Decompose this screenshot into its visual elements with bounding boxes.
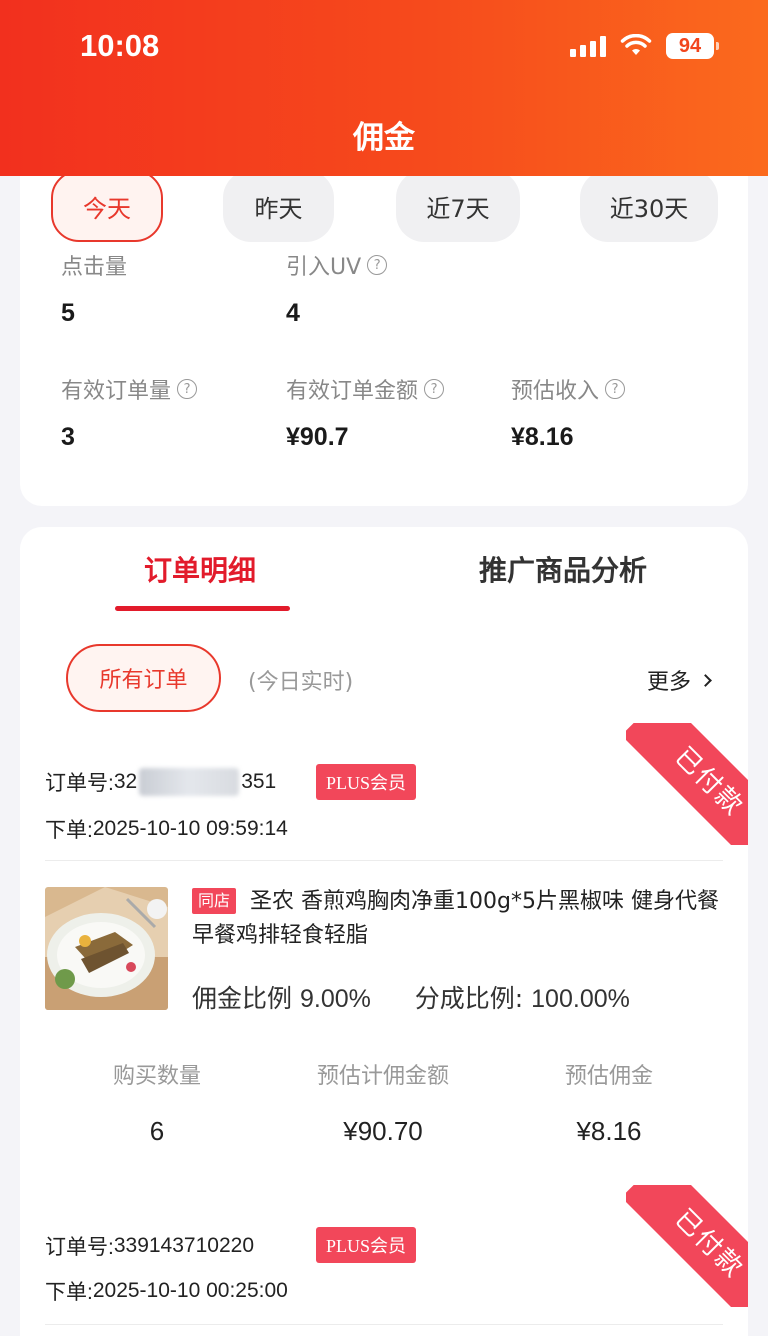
wifi-icon [620, 34, 652, 55]
metric-quantity: 购买数量 6 [112, 1064, 201, 1146]
divider [45, 860, 723, 861]
masked-digits [139, 768, 240, 796]
filter-all-orders[interactable]: 所有订单 [66, 644, 221, 712]
app-header: 10:08 94 佣金 [0, 0, 768, 176]
status-label: 已付款 [626, 1185, 748, 1307]
stat-value: ¥90.7 [286, 423, 349, 451]
plus-member-badge: PLUS会员 [316, 1227, 417, 1263]
stat-est-income: 预估收入? ¥8.16 [511, 373, 626, 452]
realtime-label: (今日实时) [248, 670, 354, 695]
stats-card: 今天 昨天 近7天 近30天 点击量 5 引入UV? 4 有效订单量? 3 有效… [20, 130, 748, 506]
status-icons: 94 [570, 32, 719, 60]
help-icon[interactable]: ? [367, 255, 388, 275]
more-label: 更多 [646, 670, 691, 695]
stat-valid-orders: 有效订单量? 3 [61, 373, 198, 452]
stat-value: 3 [61, 423, 75, 451]
date-filter-yesterday[interactable]: 昨天 [223, 170, 334, 242]
stat-valid-amount: 有效订单金额? ¥90.7 [286, 373, 445, 452]
status-ribbon: 已付款 [626, 1185, 748, 1307]
stat-label: 点击量 [61, 255, 128, 280]
same-shop-tag: 同店 [192, 888, 237, 914]
order-time: 下单: 2025-10-10 00:25:00 [45, 1279, 288, 1304]
stat-value: 4 [286, 299, 300, 327]
cellular-signal-icon [570, 35, 606, 57]
order-number: 订单号: 339143710220 [45, 1234, 254, 1259]
stat-value: 5 [61, 299, 75, 327]
chevron-right-icon [699, 673, 712, 687]
status-time: 10:08 [80, 28, 160, 63]
order-time: 下单: 2025-10-10 09:59:14 [45, 817, 288, 842]
stat-label: 引入UV [286, 255, 362, 280]
page-title: 佣金 [353, 120, 415, 156]
status-ribbon: 已付款 [626, 723, 748, 845]
date-filter-7days[interactable]: 近7天 [396, 170, 520, 242]
metric-commission-base: 预估计佣金额 ¥90.70 [316, 1064, 449, 1146]
orders-card: 订单明细 推广商品分析 所有订单 (今日实时) 更多 已付款 订单号: 32 3… [20, 527, 748, 1336]
metric-est-commission: 预估佣金 ¥8.16 [564, 1064, 653, 1146]
date-filter-30days[interactable]: 近30天 [580, 170, 718, 242]
commission-rates: 佣金比例 9.00% 分成比例: 100.00% [192, 984, 630, 1013]
tab-product-analysis[interactable]: 推广商品分析 [479, 549, 647, 589]
date-filter-today[interactable]: 今天 [51, 170, 163, 242]
stat-uv: 引入UV? 4 [286, 249, 388, 328]
more-button[interactable]: 更多 [646, 664, 712, 696]
help-icon[interactable]: ? [424, 379, 445, 399]
plus-member-badge: PLUS会员 [316, 764, 417, 800]
status-label: 已付款 [626, 723, 748, 845]
help-icon[interactable]: ? [605, 379, 626, 399]
battery-icon: 94 [666, 33, 719, 59]
stat-label: 预估收入 [511, 379, 600, 404]
stat-clicks: 点击量 5 [61, 249, 127, 328]
product-title[interactable]: 同店 圣农 香煎鸡胸肉净重100g*5片黑椒味 健身代餐 早餐鸡排轻食轻脂 [192, 885, 722, 953]
active-tab-indicator [115, 606, 290, 611]
help-icon[interactable]: ? [177, 379, 198, 399]
stat-label: 有效订单金额 [286, 379, 419, 404]
product-image[interactable] [45, 887, 168, 1010]
stat-label: 有效订单量 [61, 379, 172, 404]
stat-value: ¥8.16 [511, 423, 574, 451]
tab-order-details[interactable]: 订单明细 [144, 549, 256, 589]
order-number: 订单号: 32 351 [45, 768, 277, 796]
divider [45, 1324, 723, 1325]
